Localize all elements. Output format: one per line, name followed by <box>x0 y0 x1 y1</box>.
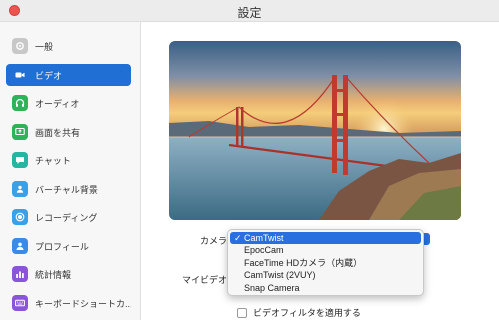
sidebar-item-virtual-background[interactable]: バーチャル背景 <box>6 178 131 200</box>
keyboard-icon <box>12 295 28 311</box>
share-screen-icon <box>12 124 28 140</box>
sidebar-item-general[interactable]: 一般 <box>6 35 131 57</box>
sidebar-item-label: オーディオ <box>35 98 80 109</box>
settings-sidebar: 一般 ビデオ オーディオ 画面を共有 チャット バーチャル背景 レコーディング … <box>0 22 141 320</box>
headphones-icon <box>12 95 28 111</box>
video-filter-label: ビデオフィルタを適用する <box>253 308 361 318</box>
sidebar-item-label: バーチャル背景 <box>35 184 98 195</box>
video-camera-icon <box>12 67 28 83</box>
profile-icon <box>12 238 28 254</box>
sidebar-item-label: チャット <box>35 155 71 166</box>
checkmark-icon: ✓ <box>234 233 242 243</box>
camera-option-camtwist[interactable]: ✓ CamTwist <box>230 232 421 245</box>
camera-option-epoccam[interactable]: EpocCam <box>230 244 421 256</box>
camera-option-label: CamTwist (2VUY) <box>244 270 316 281</box>
sidebar-item-share-screen[interactable]: 画面を共有 <box>6 121 131 143</box>
video-filter-option[interactable]: ビデオフィルタを適用する <box>237 306 361 319</box>
sidebar-item-label: 画面を共有 <box>35 127 81 138</box>
camera-option-label: CamTwist <box>244 233 284 243</box>
sidebar-item-recording[interactable]: レコーディング <box>6 206 131 228</box>
camera-option-facetime-hd[interactable]: FaceTime HDカメラ（内蔵） <box>230 257 421 269</box>
sidebar-item-video[interactable]: ビデオ <box>6 64 131 86</box>
sidebar-item-keyboard-shortcuts[interactable]: キーボードショートカ... <box>6 292 131 314</box>
camera-option-label: EpocCam <box>244 245 284 256</box>
camera-option-label: Snap Camera <box>244 282 300 293</box>
sidebar-item-statistics[interactable]: 統計情報 <box>6 263 131 285</box>
sidebar-item-audio[interactable]: オーディオ <box>6 92 131 114</box>
sidebar-item-label: ビデオ <box>35 70 63 81</box>
chat-bubble-icon <box>12 152 28 168</box>
sidebar-item-label: キーボードショートカ... <box>35 298 131 309</box>
record-icon <box>12 209 28 225</box>
bar-chart-icon <box>12 266 28 282</box>
title-bar: 設定 <box>0 0 499 22</box>
sidebar-item-label: プロフィール <box>35 241 89 252</box>
sidebar-item-label: レコーディング <box>35 212 98 223</box>
sidebar-item-profile[interactable]: プロフィール <box>6 235 131 257</box>
gear-icon <box>12 38 28 54</box>
sidebar-item-label: 統計情報 <box>35 269 72 280</box>
camera-dropdown-menu[interactable]: ✓ CamTwist EpocCam FaceTime HDカメラ（内蔵） Ca… <box>227 229 424 296</box>
window-title: 設定 <box>237 6 262 20</box>
sidebar-item-label: 一般 <box>35 41 54 52</box>
person-icon <box>12 181 28 197</box>
camera-option-label: FaceTime HDカメラ（内蔵） <box>244 257 363 268</box>
camera-option-camtwist-2vuy[interactable]: CamTwist (2VUY) <box>230 269 421 281</box>
sidebar-item-chat[interactable]: チャット <box>6 149 131 171</box>
video-filter-checkbox[interactable] <box>237 307 247 318</box>
camera-option-snap-camera[interactable]: Snap Camera <box>230 282 421 294</box>
camera-preview <box>169 41 461 220</box>
